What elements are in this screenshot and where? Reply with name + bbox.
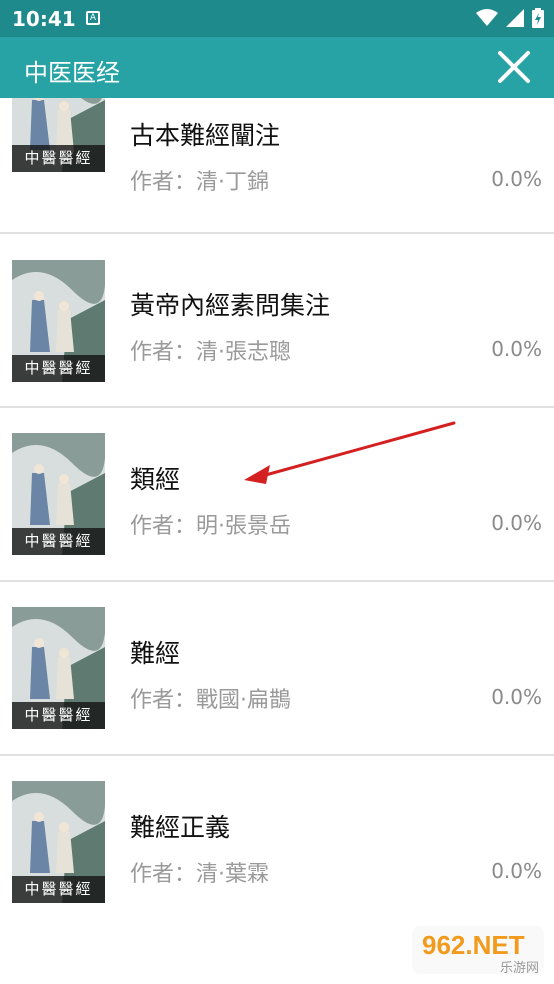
status-icons xyxy=(476,8,544,28)
book-title: 古本難經闡注 xyxy=(130,121,281,150)
book-list: 中醫醫經 古本難經闡注 作者：清·丁錦 0.0% 中醫醫經 黃帝內經素問集注 作… xyxy=(0,98,554,984)
wifi-icon xyxy=(476,9,498,26)
cover-caption: 中醫醫經 xyxy=(12,702,105,729)
book-title: 難經 xyxy=(130,639,181,668)
list-item[interactable]: 中醫醫經 古本難經闡注 作者：清·丁錦 0.0% xyxy=(0,98,554,234)
list-item[interactable]: 中醫醫經 難經正義 作者：清·葉霖 0.0% xyxy=(0,756,554,930)
app-bar: 中医医经 xyxy=(0,37,554,98)
book-progress: 0.0% xyxy=(491,511,542,535)
list-item[interactable]: 中醫醫經 類經 作者：明·張景岳 0.0% xyxy=(0,408,554,582)
book-author: 作者：清·丁錦 xyxy=(130,170,269,195)
status-time: 10:41 xyxy=(12,7,76,31)
book-cover: 中醫醫經 xyxy=(12,781,105,903)
book-title: 難經正義 xyxy=(130,813,231,842)
book-progress: 0.0% xyxy=(491,685,542,709)
book-author: 作者：清·葉霖 xyxy=(130,862,269,887)
cover-caption: 中醫醫經 xyxy=(12,528,105,555)
book-cover: 中醫醫經 xyxy=(12,607,105,729)
list-item[interactable]: 中醫醫經 黃帝內經素問集注 作者：清·張志聰 0.0% xyxy=(0,234,554,408)
book-author: 作者：戰國·扁鵲 xyxy=(130,688,291,713)
book-title: 黃帝內經素問集注 xyxy=(130,291,331,320)
watermark-logo: 962.NET 乐游网 xyxy=(412,926,544,976)
cover-caption: 中醫醫經 xyxy=(12,876,105,903)
book-progress: 0.0% xyxy=(491,167,542,191)
cover-caption: 中醫醫經 xyxy=(12,145,105,172)
book-author: 作者：明·張景岳 xyxy=(130,514,291,539)
close-icon[interactable] xyxy=(496,49,532,85)
book-progress: 0.0% xyxy=(491,337,542,361)
battery-charging-icon xyxy=(532,8,544,28)
book-progress: 0.0% xyxy=(491,859,542,883)
watermark-text: 962.NET xyxy=(422,930,525,960)
book-title: 類經 xyxy=(130,465,181,494)
status-bar: 10:41 A xyxy=(0,0,554,37)
watermark-sub: 乐游网 xyxy=(500,961,539,976)
book-cover: 中醫醫經 xyxy=(12,98,105,172)
signal-icon xyxy=(506,9,524,27)
book-cover: 中醫醫經 xyxy=(12,260,105,382)
notification-a-icon: A xyxy=(86,11,100,25)
cover-caption: 中醫醫經 xyxy=(12,355,105,382)
page-title: 中医医经 xyxy=(24,59,120,87)
book-author: 作者：清·張志聰 xyxy=(130,340,291,365)
list-item[interactable]: 中醫醫經 難經 作者：戰國·扁鵲 0.0% xyxy=(0,582,554,756)
book-cover: 中醫醫經 xyxy=(12,433,105,555)
